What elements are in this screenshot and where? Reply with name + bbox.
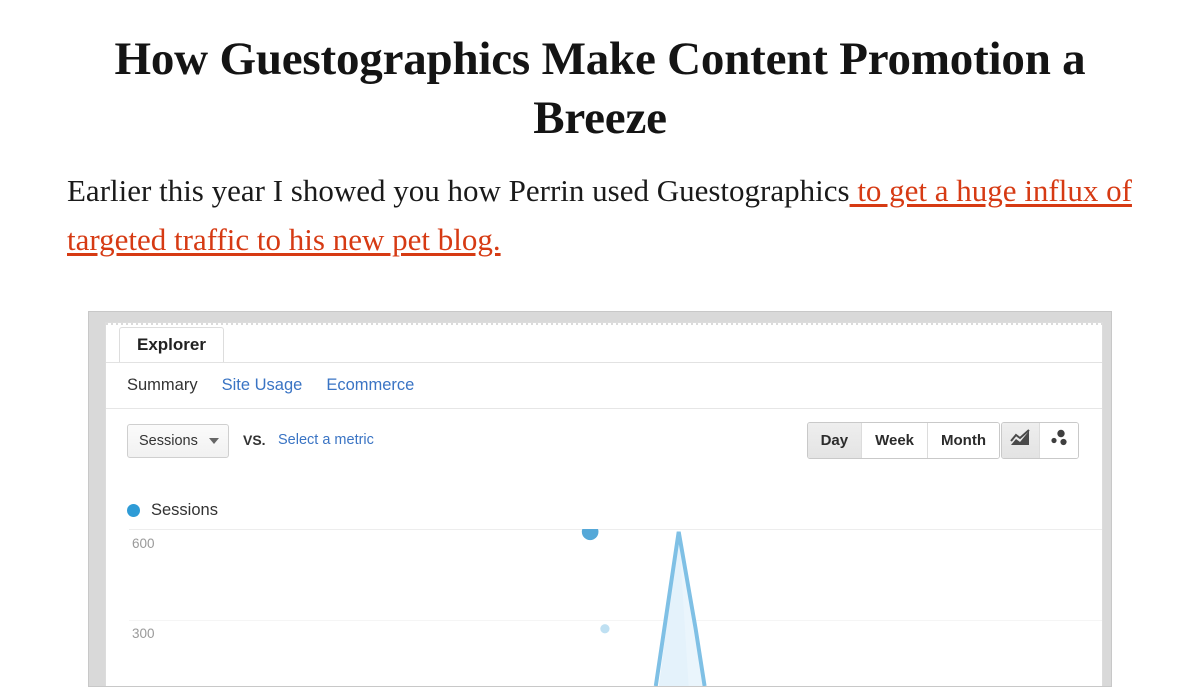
article-paragraph: Earlier this year I showed you how Perri… [65,166,1135,265]
metric-select-dropdown[interactable]: Sessions [127,424,229,458]
granularity-month-button[interactable]: Month [928,423,999,458]
motion-chart-view-button[interactable] [1040,423,1078,458]
motion-chart-icon [1049,429,1070,452]
vs-label: VS. [243,432,266,448]
granularity-day-button[interactable]: Day [807,423,863,458]
chart-type-button-group [1001,422,1079,459]
metric-select-value: Sessions [139,433,198,449]
line-chart-icon [1010,429,1031,452]
analytics-report-panel: Explorer Summary Site Usage Ecommerce Se… [105,322,1103,686]
article-container: How Guestographics Make Content Promotio… [65,0,1135,265]
subnav-item-site-usage[interactable]: Site Usage [222,376,303,395]
select-a-metric-link[interactable]: Select a metric [278,432,374,448]
legend-series-label: Sessions [151,501,218,519]
granularity-button-group: Day Week Month [806,422,1000,459]
report-tabstrip: Explorer [106,325,1102,363]
chevron-down-icon [209,438,219,444]
sessions-line-chart[interactable]: 600 300 [106,529,1102,686]
data-point-peak[interactable] [581,529,599,541]
subnav-item-summary[interactable]: Summary [127,376,198,395]
data-point-secondary[interactable] [600,624,610,634]
tab-explorer[interactable]: Explorer [119,327,224,362]
analytics-screenshot-frame: Explorer Summary Site Usage Ecommerce Se… [88,311,1112,687]
granularity-week-button[interactable]: Week [862,423,929,458]
legend-series-dot [127,504,140,517]
chart-markers-layer [581,529,610,634]
chart-legend: Sessions [127,501,218,520]
paragraph-lead-text: Earlier this year I showed you how Perri… [67,172,850,208]
report-subnav: Summary Site Usage Ecommerce [106,363,1102,409]
line-chart-view-button[interactable] [1002,423,1040,458]
subnav-item-ecommerce[interactable]: Ecommerce [326,376,414,395]
page-title: How Guestographics Make Content Promotio… [114,33,1086,144]
report-controls: Sessions VS. Select a metric Day Week Mo… [106,409,1102,471]
